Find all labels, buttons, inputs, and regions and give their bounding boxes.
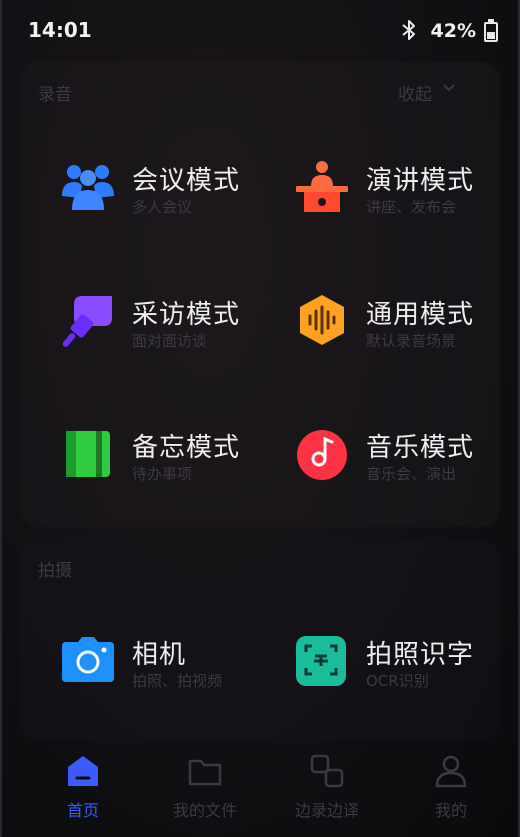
mode-desc: OCR识别 (366, 672, 429, 690)
mode-name: 会议模式 (132, 166, 241, 196)
mode-meeting[interactable]: 会议模式 多人会议 (60, 158, 280, 248)
mode-desc: 待办事项 (132, 465, 193, 483)
nav-label: 首页 (66, 801, 99, 820)
status-bar: 14:01 42% (2, 0, 518, 60)
mode-desc: 讲座、发布会 (366, 198, 457, 216)
nav-label: 我的 (434, 801, 467, 820)
home-icon (68, 756, 98, 786)
status-time: 14:01 (28, 18, 92, 42)
mode-memo[interactable]: 备忘模式 待办事项 (60, 425, 280, 515)
bluetooth-icon (402, 20, 415, 40)
mode-interview[interactable]: 采访模式 面对面访谈 (60, 292, 280, 382)
mode-desc: 拍照、拍视频 (132, 672, 223, 690)
mode-speech[interactable]: 演讲模式 讲座、发布会 (294, 158, 514, 248)
music-disc-icon (297, 430, 347, 480)
screen: 14:01 42% 录音 收起 会议模式 多人会议 演讲模式 讲座、发布会 采访… (0, 0, 520, 837)
mode-camera[interactable]: 相机 拍照、拍视频 (60, 632, 280, 722)
mode-general[interactable]: 通用模式 默认录音场景 (294, 292, 514, 382)
mode-name: 音乐模式 (366, 433, 475, 463)
recording-section-title: 录音 (38, 85, 72, 105)
podium-icon (296, 161, 348, 212)
mode-desc: 多人会议 (132, 198, 193, 216)
scan-text-icon (296, 636, 346, 686)
shooting-section-title: 拍摄 (38, 561, 72, 581)
mode-name: 相机 (132, 640, 187, 670)
mode-name: 通用模式 (366, 300, 475, 330)
nav-home[interactable]: 首页 (28, 753, 138, 821)
mode-desc: 音乐会、演出 (366, 465, 457, 483)
notebook-icon (66, 431, 110, 477)
chevron-down-icon[interactable] (442, 80, 456, 94)
mode-name: 演讲模式 (366, 166, 475, 196)
bottom-nav: 首页 我的文件 边录边译 我的 (2, 745, 518, 837)
nav-label: 边录边译 (294, 801, 359, 820)
mode-name: 采访模式 (132, 300, 241, 330)
translate-icon (310, 754, 344, 788)
mode-music[interactable]: 音乐模式 音乐会、演出 (294, 425, 514, 515)
nav-files[interactable]: 我的文件 (150, 753, 260, 821)
nav-profile[interactable]: 我的 (396, 753, 506, 821)
profile-icon (435, 755, 467, 788)
collapse-button[interactable]: 收起 (398, 80, 432, 105)
mode-desc: 面对面访谈 (132, 332, 208, 350)
battery-percent: 42% (430, 20, 476, 42)
nav-translate[interactable]: 边录边译 (272, 753, 382, 821)
microphone-icon (62, 296, 112, 347)
battery-icon (484, 19, 498, 42)
mode-desc: 默认录音场景 (366, 332, 457, 350)
camera-icon (62, 637, 114, 682)
mode-name: 备忘模式 (132, 433, 241, 463)
soundwave-icon (300, 295, 344, 345)
mode-name: 拍照识字 (366, 640, 475, 670)
folder-icon (188, 759, 222, 786)
nav-label: 我的文件 (172, 801, 237, 820)
people-icon (62, 165, 114, 210)
mode-ocr[interactable]: 拍照识字 OCR识别 (294, 632, 514, 722)
